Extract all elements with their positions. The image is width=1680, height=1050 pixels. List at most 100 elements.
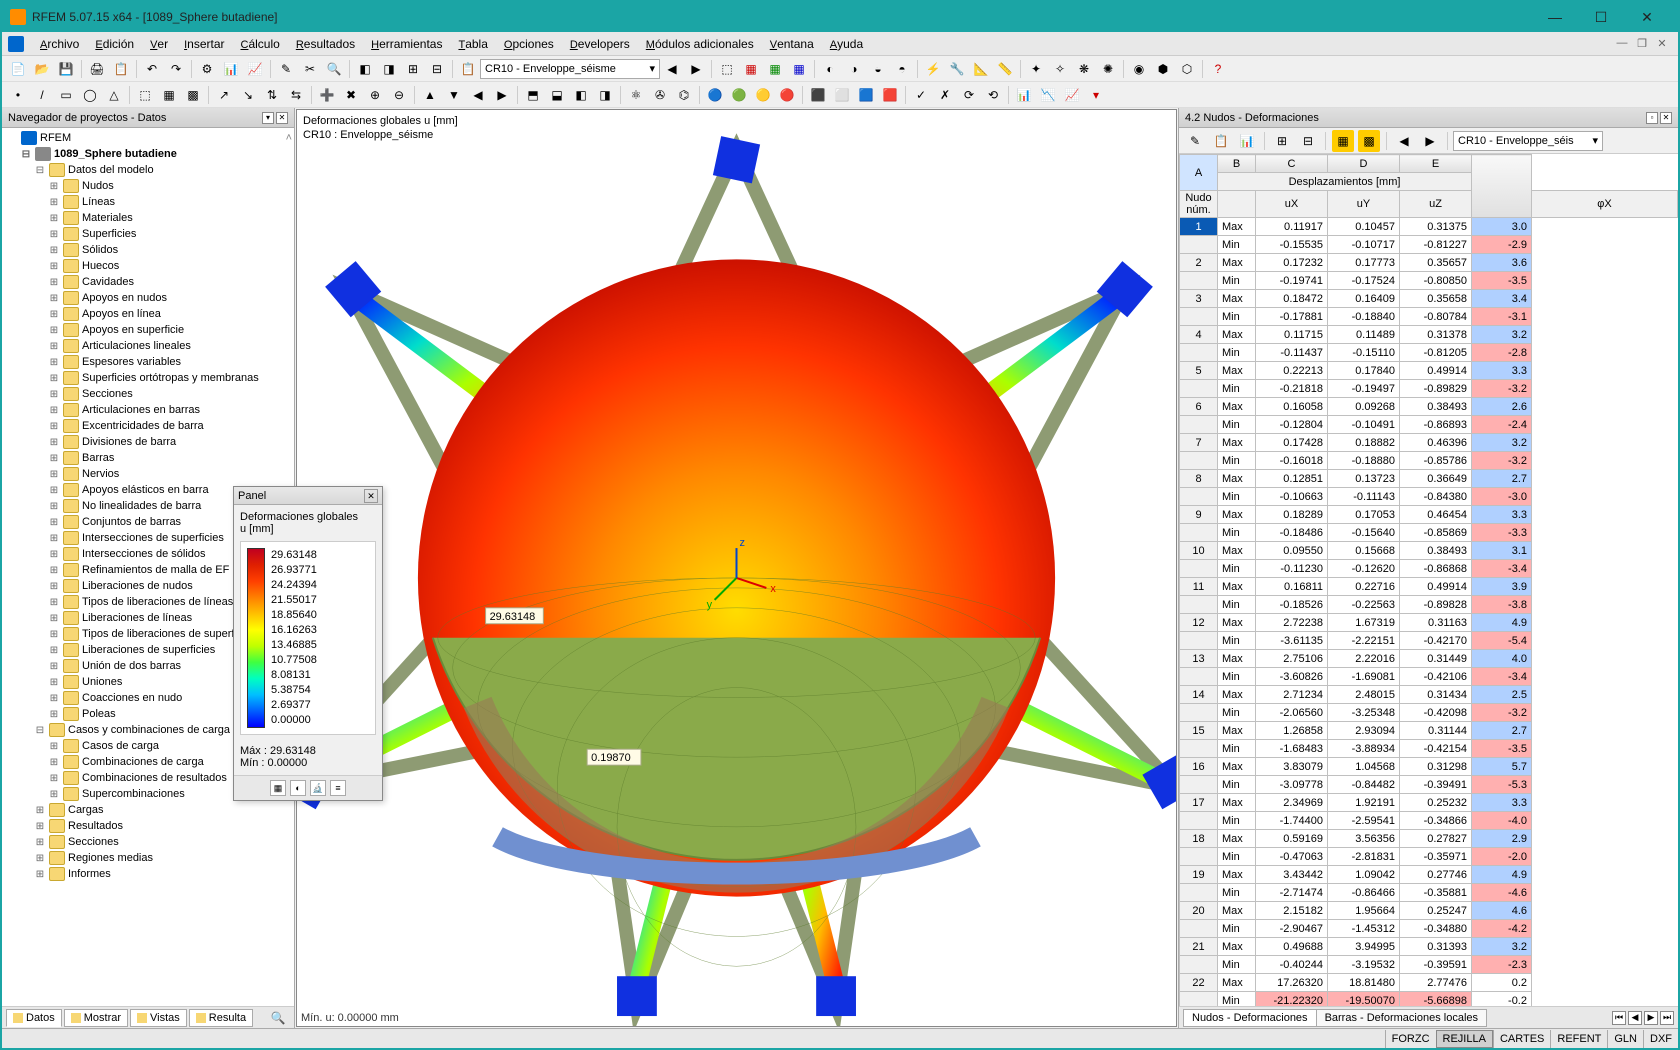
misc-b[interactable]: 🔧 [946,58,968,80]
t2-p[interactable]: ⊖ [388,84,410,106]
t2-jj[interactable]: ✓ [910,84,932,106]
t2-w[interactable]: ◧ [570,84,592,106]
tab-nav-next[interactable]: ▶ [1644,1011,1658,1025]
table-row[interactable]: 4Max0.117150.114890.313783.2 [1180,326,1678,344]
table-row[interactable]: 2Max0.172320.177730.356573.6 [1180,254,1678,272]
table-row[interactable]: Min-21.22320-19.50070-5.66898-0.2 [1180,992,1678,1007]
minimize-button[interactable]: — [1532,2,1578,32]
misc-g[interactable]: ❋ [1073,58,1095,80]
t2-o[interactable]: ⊕ [364,84,386,106]
t2-c[interactable]: ▭ [55,84,77,106]
t2-g[interactable]: ▦ [158,84,180,106]
new-button[interactable]: 📄 [7,58,29,80]
table-row[interactable]: Min-0.40244-3.19532-0.39591-2.3 [1180,956,1678,974]
t2-ff[interactable]: ⬛ [807,84,829,106]
render-d[interactable]: ◓ [891,58,913,80]
copy-button[interactable]: 📋 [110,58,132,80]
undo-button[interactable]: ↶ [141,58,163,80]
misc-i[interactable]: ◉ [1128,58,1150,80]
table-row[interactable]: 11Max0.168110.227160.499143.9 [1180,578,1678,596]
tab-nav-last[interactable]: ⏭ [1660,1011,1674,1025]
rt-h[interactable]: ◀ [1393,130,1415,152]
table-row[interactable]: Min-2.71474-0.86466-0.35881-4.6 [1180,884,1678,902]
t2-q[interactable]: ▲ [419,84,441,106]
status-gln[interactable]: GLN [1607,1030,1643,1048]
tree-item[interactable]: ⊞Secciones [4,834,292,850]
table-row[interactable]: 9Max0.182890.170530.464543.3 [1180,506,1678,524]
model-viewport[interactable]: Deformaciones globales u [mm] CR10 : Env… [296,109,1177,1027]
tool-e[interactable]: ✂ [299,58,321,80]
view-z[interactable]: ▦ [788,58,810,80]
table-row[interactable]: 8Max0.128510.137230.366492.7 [1180,470,1678,488]
tool-b[interactable]: 📊 [220,58,242,80]
menu-ayuda[interactable]: Ayuda [822,35,871,53]
t2-s[interactable]: ◀ [467,84,489,106]
mdi-restore-button[interactable]: ❐ [1632,37,1652,50]
rt-g[interactable]: ▩ [1358,130,1380,152]
table-row[interactable]: Min-0.18486-0.15640-0.85869-3.3 [1180,524,1678,542]
rt-a[interactable]: ✎ [1184,130,1206,152]
menu-ver[interactable]: Ver [142,35,176,53]
table-row[interactable]: 10Max0.095500.156680.384933.1 [1180,542,1678,560]
table-row[interactable]: Min-0.11230-0.12620-0.86868-3.4 [1180,560,1678,578]
table-row[interactable]: 16Max3.830791.045680.312985.7 [1180,758,1678,776]
table-row[interactable]: 6Max0.160580.092680.384932.6 [1180,398,1678,416]
table-row[interactable]: 1Max0.119170.104570.313753.0 [1180,218,1678,236]
mdi-close-button[interactable]: ✕ [1652,37,1672,50]
redo-button[interactable]: ↷ [165,58,187,80]
tree-datos[interactable]: Datos del modelo [68,164,154,176]
t2-i[interactable]: ↗ [213,84,235,106]
status-cartes[interactable]: CARTES [1493,1030,1550,1048]
t2-l[interactable]: ⇆ [285,84,307,106]
pane-close-button[interactable]: ✕ [1660,112,1672,124]
t2-z[interactable]: ✇ [649,84,671,106]
t2-nn[interactable]: 📊 [1013,84,1035,106]
tool-d[interactable]: ✎ [275,58,297,80]
pane-close-button[interactable]: ✕ [276,112,288,124]
results-table[interactable]: A B C D E Desplazamientos [mm] Nudonúm. … [1179,154,1678,1006]
t2-x[interactable]: ◨ [594,84,616,106]
t2-t[interactable]: ▶ [491,84,513,106]
tree-item[interactable]: ⊞Nervios [4,466,292,482]
tree-item[interactable]: ⊞Articulaciones en barras [4,402,292,418]
search-icon[interactable]: 🔍 [267,1007,289,1029]
tree-casos[interactable]: Casos y combinaciones de carga [68,724,230,736]
misc-f[interactable]: ✧ [1049,58,1071,80]
t2-ii[interactable]: 🟥 [879,84,901,106]
table-row[interactable]: 15Max1.268582.930940.311442.7 [1180,722,1678,740]
panel-tab-a[interactable]: ▦ [270,780,286,796]
status-dxf[interactable]: DXF [1643,1030,1678,1048]
table-row[interactable]: Min-2.90467-1.45312-0.34880-4.2 [1180,920,1678,938]
tree-item[interactable]: ⊞Informes [4,866,292,882]
tab-vistas[interactable]: Vistas [130,1009,187,1027]
print-button[interactable]: 🖨 [86,58,108,80]
tool-c[interactable]: 📈 [244,58,266,80]
table-row[interactable]: 22Max17.2632018.814802.774760.2 [1180,974,1678,992]
table-row[interactable]: 5Max0.222130.178400.499143.3 [1180,362,1678,380]
table-row[interactable]: Min-0.15535-0.10717-0.81227-2.9 [1180,236,1678,254]
tree-item[interactable]: ⊞Materiales [4,210,292,226]
status-rejilla[interactable]: REJILLA [1436,1030,1493,1048]
rt-c[interactable]: 📊 [1236,130,1258,152]
tree-item[interactable]: ⊞Apoyos en superficie [4,322,292,338]
misc-a[interactable]: ⚡ [922,58,944,80]
table-row[interactable]: Min-0.47063-2.81831-0.35971-2.0 [1180,848,1678,866]
t2-r[interactable]: ▼ [443,84,465,106]
panel-tab-d[interactable]: ≡ [330,780,346,796]
misc-c[interactable]: 📐 [970,58,992,80]
tool-i[interactable]: ⊞ [402,58,424,80]
table-row[interactable]: Min-0.10663-0.11143-0.84380-3.0 [1180,488,1678,506]
menu-herramientas[interactable]: Herramientas [363,35,450,53]
t2-gg[interactable]: ⬜ [831,84,853,106]
t2-cc[interactable]: 🟢 [728,84,750,106]
tree-item[interactable]: ⊞Excentricidades de barra [4,418,292,434]
tree-model[interactable]: 1089_Sphere butadiene [54,148,177,160]
panel-close-button[interactable]: ✕ [364,489,378,503]
t2-bb[interactable]: 🔵 [704,84,726,106]
status-refent[interactable]: REFENT [1550,1030,1607,1048]
tool-j[interactable]: ⊟ [426,58,448,80]
rt-b[interactable]: 📋 [1210,130,1232,152]
table-row[interactable]: 18Max0.591693.563560.278272.9 [1180,830,1678,848]
tab-nudos-def[interactable]: Nudos - Deformaciones [1183,1009,1317,1027]
table-row[interactable]: Min-0.11437-0.15110-0.81205-2.8 [1180,344,1678,362]
